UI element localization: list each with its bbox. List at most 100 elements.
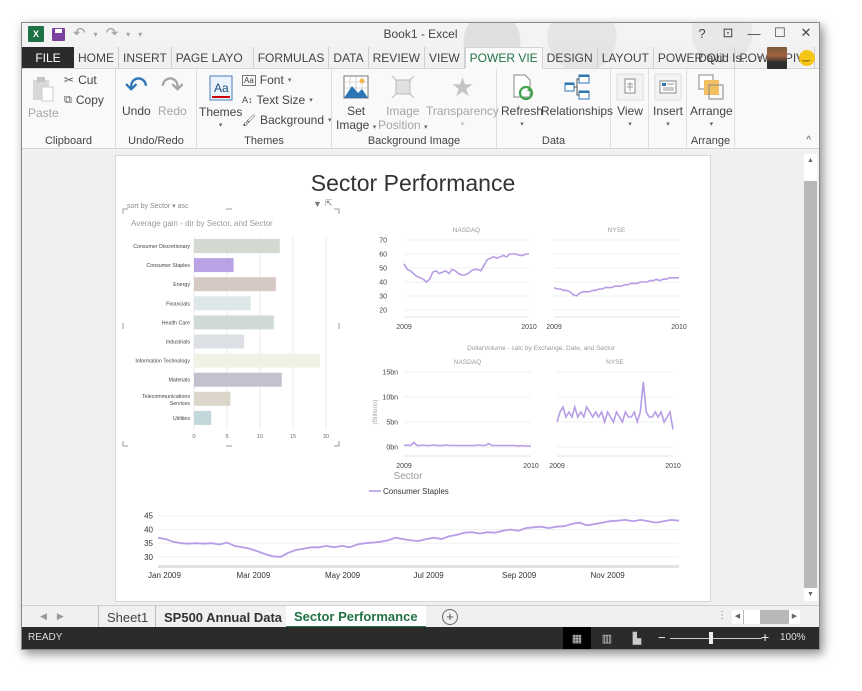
page-break-view-button[interactable]: ▙ (623, 627, 651, 649)
help-icon[interactable]: ? (695, 26, 709, 41)
zoom-slider-thumb[interactable] (709, 632, 713, 644)
y-tick-label: 40 (379, 280, 387, 287)
view-button[interactable]: View ▾ (616, 73, 644, 132)
svg-text:Aa: Aa (214, 81, 229, 95)
series-line-nyse (553, 277, 679, 297)
bar-category-label: Services (170, 401, 191, 407)
bar-chart: 0 5 10 15 20 Consumer Discretionary Consumer S… (133, 237, 329, 440)
x-tick-label: 2009 (546, 324, 562, 331)
chart-title: DollarVolume - calc by Exchange, Date, a… (467, 345, 616, 352)
title-bar: X ↶ ▾ ↷ ▾ ▾ Book1 - Excel ? ⊡ — ☐ ✕ (22, 23, 819, 69)
sheet-tab-sp500-annual-data[interactable]: SP500 Annual Data (155, 606, 290, 628)
paste-icon (33, 77, 54, 102)
x-tick-label: 2010 (665, 463, 681, 470)
user-account[interactable]: David Is... ▾ (698, 47, 815, 69)
sheet-tab-sheet1[interactable]: Sheet1 (98, 606, 156, 628)
star-icon: ★ (450, 72, 475, 102)
undo-button[interactable]: ↶ Undo (122, 73, 151, 119)
chart-title: Sector (394, 471, 424, 482)
range-scrollbar (158, 565, 679, 568)
tab-split-handle[interactable]: ⋮ (717, 610, 727, 621)
feedback-smiley-icon[interactable] (799, 50, 815, 66)
user-dropdown-icon[interactable]: ▾ (757, 54, 761, 62)
zoom-slider[interactable] (670, 638, 762, 639)
scroll-up-button[interactable]: ▲ (804, 154, 817, 167)
font-dropdown[interactable]: Aa Font ▾ (242, 73, 291, 87)
group-view: View ▾ (611, 69, 649, 149)
scroll-thumb[interactable] (804, 167, 817, 181)
image-position-button[interactable]: Image Position ▾ (378, 73, 428, 135)
background-icon: 🖌 (242, 114, 256, 127)
x-tick-label: Sep 2009 (502, 571, 537, 580)
vertical-scrollbar[interactable]: ▲ ▼ (801, 150, 819, 605)
close-button[interactable]: ✕ (799, 25, 813, 41)
add-sheet-button[interactable]: + (442, 609, 458, 625)
transparency-button[interactable]: ★ Transparency ▾ (426, 73, 499, 132)
tab-data[interactable]: DATA (329, 47, 369, 68)
x-tick-label: Nov 2009 (591, 571, 626, 580)
view-icon (616, 73, 644, 101)
bar (194, 391, 231, 406)
background-dropdown[interactable]: 🖌 Background ▾ (242, 113, 332, 127)
text-size-dropdown[interactable]: A↕ Text Size ▾ (242, 93, 313, 107)
bar-category-label: Materials (169, 378, 191, 384)
x-tick-label: 2009 (549, 463, 565, 470)
themes-icon: Aa (209, 75, 233, 101)
tab-power-view[interactable]: POWER VIE (464, 47, 543, 69)
tab-insert[interactable]: INSERT (119, 47, 172, 68)
tab-formulas[interactable]: FORMULAS (254, 47, 330, 68)
page-layout-view-button[interactable]: ▥ (593, 627, 621, 649)
scroll-right-button[interactable]: ▶ (789, 610, 800, 624)
horizontal-scrollbar[interactable]: ◀ ▶ (732, 610, 800, 624)
avatar[interactable] (767, 47, 787, 69)
tab-view[interactable]: VIEW (425, 47, 465, 68)
scroll-left-button[interactable]: ◀ (732, 610, 743, 624)
copy-button[interactable]: ⧉ Copy (64, 93, 104, 107)
tab-review[interactable]: REVIEW (369, 47, 425, 68)
y-tick-label: 35 (144, 539, 153, 548)
insert-button[interactable]: Insert ▾ (653, 73, 683, 132)
tab-home[interactable]: HOME (74, 47, 119, 68)
group-arrange: Arrange ▾ Arrange (687, 69, 735, 149)
y-tick-label: 5bn (386, 420, 398, 427)
minimize-button[interactable]: — (747, 26, 761, 41)
copy-icon: ⧉ (64, 93, 72, 106)
maximize-button[interactable]: ☐ (773, 25, 787, 41)
excel-window: X ↶ ▾ ↷ ▾ ▾ Book1 - Excel ? ⊡ — ☐ ✕ FILE… (21, 22, 820, 650)
series-line-consumer-staples (157, 518, 680, 558)
refresh-button[interactable]: Refresh ▾ (501, 73, 543, 132)
zoom-out-button[interactable]: − (658, 630, 666, 645)
image-position-icon (391, 75, 415, 99)
user-name[interactable]: David Is... (698, 51, 751, 65)
cut-button[interactable]: ✂ Cut (64, 73, 97, 87)
status-bar: READY ▦ ▥ ▙ − + 100% (22, 627, 819, 649)
collapse-ribbon-icon[interactable]: ^ (806, 135, 811, 146)
horizontal-scroll-thumb[interactable] (744, 610, 760, 624)
normal-view-button[interactable]: ▦ (563, 627, 591, 649)
sheet-tab-sector-performance[interactable]: Sector Performance (286, 606, 426, 628)
relationships-button[interactable]: Relationships (541, 73, 613, 118)
tab-layout[interactable]: LAYOUT (598, 47, 654, 68)
bar-category-label: Information Technology (135, 359, 190, 365)
power-view-canvas[interactable]: Sector Performance sort by Sector ▾ asc … (115, 155, 711, 602)
themes-button[interactable]: Aa Themes ▾ (199, 74, 242, 133)
bar (194, 410, 212, 425)
zoom-in-button[interactable]: + (761, 629, 769, 645)
paste-button[interactable]: Paste (28, 75, 59, 120)
tab-file[interactable]: FILE (22, 47, 74, 68)
tab-page-layout[interactable]: PAGE LAYO (172, 47, 254, 68)
zoom-level[interactable]: 100% (780, 632, 806, 643)
group-background-image: Set Image ▾ Image Position ▾ ★ Transpare… (332, 69, 499, 149)
set-image-button[interactable]: Set Image ▾ (336, 73, 376, 135)
x-tick-label: Jan 2009 (148, 571, 181, 580)
sheet-nav-arrows[interactable]: ◀▶ (40, 611, 74, 622)
ribbon-display-options-icon[interactable]: ⊡ (721, 25, 735, 41)
tab-design[interactable]: DESIGN (543, 47, 598, 68)
x-tick-label: 2010 (521, 324, 537, 331)
redo-button[interactable]: ↷ Redo (158, 73, 187, 119)
y-tick-label: 50 (379, 266, 387, 273)
scroll-down-button[interactable]: ▼ (804, 588, 817, 601)
arrange-button[interactable]: Arrange ▾ (690, 73, 733, 132)
bar-category-label: Telecommunications (142, 394, 190, 400)
charts-layer: Average gain - dir by Sector, and Sector… (122, 208, 687, 580)
